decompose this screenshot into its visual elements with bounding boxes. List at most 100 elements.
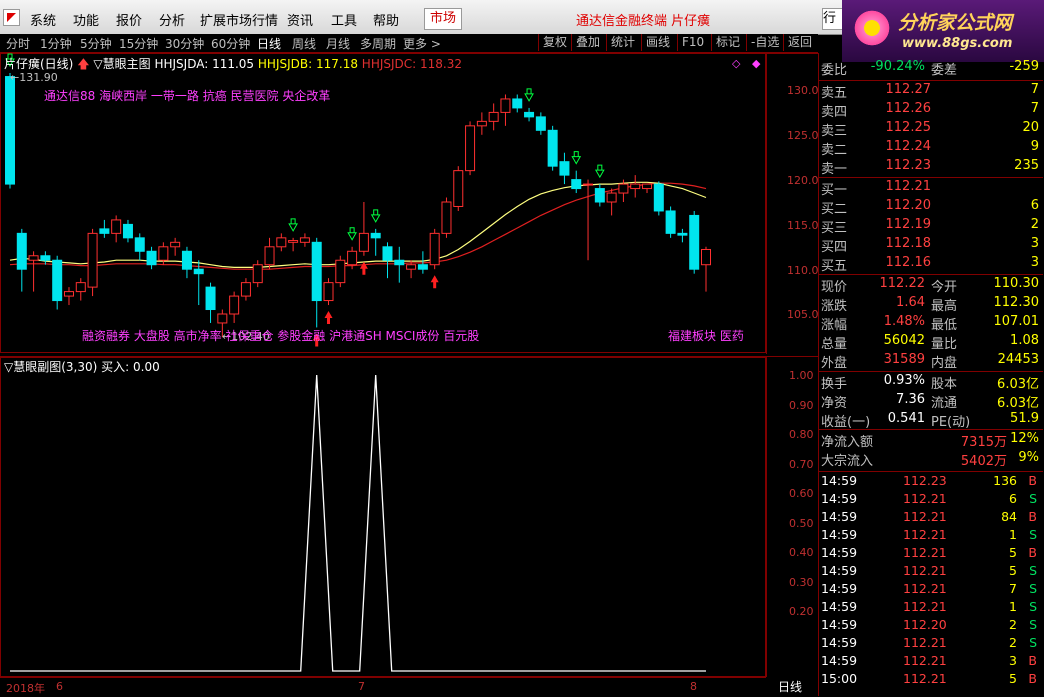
fund-label: 股本	[931, 377, 958, 392]
weibi-value: -90.24%	[870, 59, 925, 74]
menu-analysis[interactable]: 分析	[159, 10, 185, 29]
tick-direction: S	[1029, 599, 1037, 614]
quote-button[interactable]: 行	[822, 8, 844, 30]
toolbar-watchlist[interactable]: -自选	[746, 34, 783, 51]
tick-volume: 6	[1009, 491, 1017, 506]
tick-price: 112.21	[903, 635, 947, 650]
toolbar-back[interactable]: 返回	[783, 34, 816, 51]
y-tick: 110.0	[787, 264, 819, 277]
candle-body	[547, 129, 558, 167]
tick-row[interactable]: 14:59 112.21 2 S	[819, 635, 1043, 653]
menu-system[interactable]: 系统	[30, 10, 56, 29]
weibi-row: 委比 -90.24% 委差 -259	[821, 59, 1039, 78]
toolbar-overlay[interactable]: 叠加	[571, 34, 604, 51]
period-30min[interactable]: 30分钟	[165, 35, 204, 52]
period-60min[interactable]: 60分钟	[211, 35, 250, 52]
fund-value: 6.03亿	[997, 377, 1039, 392]
period-1min[interactable]: 1分钟	[40, 35, 72, 52]
sub-indicator-chart[interactable]	[0, 357, 766, 677]
diamond-icon[interactable]: ◇	[732, 57, 740, 70]
stat-value: 56042	[883, 333, 925, 348]
menu-tools[interactable]: 工具	[331, 10, 357, 29]
candle-body	[75, 282, 86, 293]
buy-signal-line	[10, 374, 706, 672]
candle-body	[512, 98, 523, 109]
flow-value: 5402万	[960, 454, 1007, 469]
toolbar-f10[interactable]: F10	[677, 34, 708, 51]
sell-level-label: 卖一	[821, 162, 848, 177]
tick-time: 14:59	[821, 581, 858, 596]
period-monthly[interactable]: 月线	[326, 35, 350, 52]
candle-body	[28, 255, 39, 261]
menu-help[interactable]: 帮助	[373, 10, 399, 29]
tick-time: 15:00	[821, 671, 858, 686]
toolbar-draw[interactable]: 画线	[641, 34, 674, 51]
sell-row: 卖四 112.26 7	[819, 101, 1043, 120]
sub-y-axis: 1.00 0.90 0.80 0.70 0.60 0.50 0.40 0.30 …	[766, 356, 819, 677]
candle-body	[417, 264, 428, 270]
period-fenshi[interactable]: 分时	[6, 35, 30, 52]
period-5min[interactable]: 5分钟	[80, 35, 112, 52]
candle-body	[630, 183, 641, 190]
period-indicator[interactable]: 日线	[778, 678, 802, 695]
candle-body	[535, 116, 546, 131]
period-weekly[interactable]: 周线	[292, 35, 316, 52]
toolbar-mark[interactable]: 标记	[711, 34, 744, 51]
candle-body	[111, 219, 122, 234]
tick-row[interactable]: 14:59 112.21 3 B	[819, 653, 1043, 671]
sub-y-tick: 0.30	[789, 576, 814, 589]
sub-indicator-name[interactable]: 慧眼副图(3,30)	[13, 360, 97, 374]
buy-value: 买入: 0.00	[101, 360, 160, 374]
candle-body	[571, 179, 582, 190]
tick-price: 112.21	[903, 653, 947, 668]
tick-row[interactable]: 14:59 112.21 5 B	[819, 545, 1043, 563]
candle-body	[193, 268, 204, 275]
candle-body	[500, 98, 511, 113]
sell-level-label: 卖二	[821, 143, 848, 158]
tick-row[interactable]: 14:59 112.21 6 S	[819, 491, 1043, 509]
diamond-filled-icon[interactable]: ◆	[752, 57, 760, 70]
toolbar-stats[interactable]: 统计	[606, 34, 639, 51]
fund-row: 换手 0.93% 股本 6.03亿	[819, 373, 1043, 392]
tick-row[interactable]: 14:59 112.21 84 B	[819, 509, 1043, 527]
buy-level-label: 买四	[821, 240, 848, 255]
market-button[interactable]: 市场	[424, 8, 462, 30]
tick-row[interactable]: 15:00 112.21 5 B	[819, 671, 1043, 689]
sell-price: 112.26	[885, 101, 932, 116]
tick-row[interactable]: 14:59 112.21 1 S	[819, 599, 1043, 617]
time-label-year: 2018年	[6, 682, 45, 695]
buy-level-label: 买三	[821, 221, 848, 236]
menu-news[interactable]: 资讯	[287, 10, 313, 29]
menu-extended-market[interactable]: 扩展市场行情	[200, 10, 278, 29]
period-multi[interactable]: 多周期	[360, 35, 396, 52]
tick-row[interactable]: 14:59 112.21 5 S	[819, 563, 1043, 581]
flower-logo-icon	[850, 6, 894, 50]
flow-row: 净流入额 7315万 12%	[819, 431, 1043, 450]
app-logo-icon	[3, 9, 20, 26]
tick-row[interactable]: 14:59 112.20 2 S	[819, 617, 1043, 635]
main-chart[interactable]: 片仔癀(日线) 🡅 ▽慧眼主图 HHJSJDA: 111.05 HHJSJDB:…	[0, 53, 766, 353]
candle-body	[594, 188, 605, 203]
sub-chart[interactable]: ▽慧眼副图(3,30) 买入: 0.00	[0, 356, 766, 677]
sell-price: 112.27	[885, 82, 932, 97]
sell-volume: 7	[1030, 101, 1039, 116]
period-more[interactable]: 更多 >	[403, 35, 441, 52]
high-marker: 131.90	[19, 71, 58, 84]
tick-direction: S	[1029, 635, 1037, 650]
buy-price: 112.19	[885, 217, 932, 232]
candle-body	[158, 246, 169, 261]
tick-row[interactable]: 14:59 112.23 136 B	[819, 473, 1043, 491]
tick-time: 14:59	[821, 617, 858, 632]
sell-volume: 9	[1030, 139, 1039, 154]
menu-quote[interactable]: 报价	[116, 10, 142, 29]
stat-value: 1.48%	[883, 314, 925, 329]
period-daily[interactable]: 日线	[257, 35, 281, 52]
period-15min[interactable]: 15分钟	[119, 35, 158, 52]
tick-row[interactable]: 14:59 112.21 7 S	[819, 581, 1043, 599]
candle-body	[52, 259, 63, 302]
toolbar-fuquan[interactable]: 复权	[538, 34, 571, 51]
fund-row: 净资 7.36 流通 6.03亿	[819, 392, 1043, 411]
tick-row[interactable]: 14:59 112.21 1 S	[819, 527, 1043, 545]
indicator-name[interactable]: 慧眼主图	[103, 57, 151, 71]
menu-function[interactable]: 功能	[73, 10, 99, 29]
